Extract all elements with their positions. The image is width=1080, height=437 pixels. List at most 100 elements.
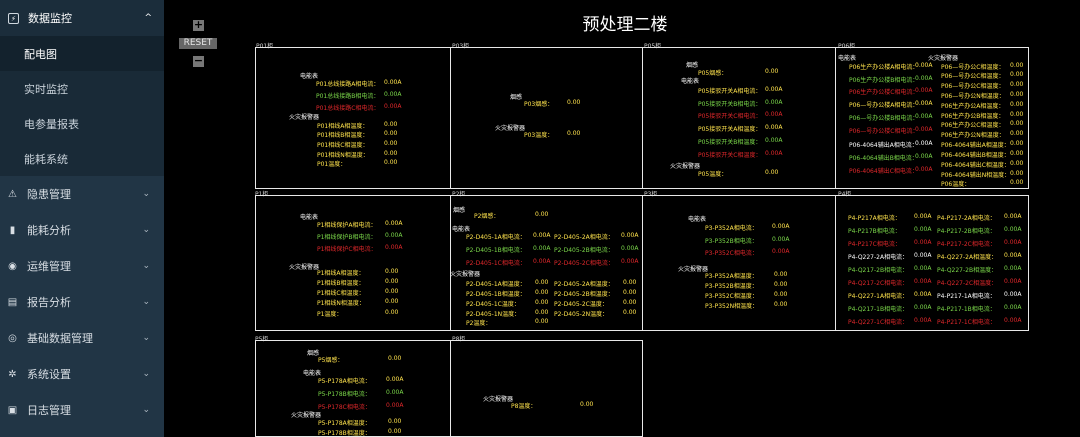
- nav-report-analysis[interactable]: ▤ 报告分析 ⌄: [0, 284, 164, 320]
- reading-value: 0.00A: [1004, 317, 1022, 324]
- reading-label: P01总线接路A相电流：: [316, 81, 380, 88]
- panel-p1: [255, 195, 451, 331]
- reading-value: 0.00: [1010, 170, 1024, 177]
- reading-label: P06-4064辅出C相温度：: [941, 162, 1010, 169]
- reading-label: P06—号办公C相温度：: [941, 64, 1005, 71]
- reading-value: 0.00: [623, 299, 637, 306]
- reading-label: P05接驳开关B相温度：: [698, 139, 762, 146]
- reading-label: P2-D405-2A相温度：: [554, 281, 614, 288]
- reading-label: P06-4064辅出B相电流：: [849, 155, 918, 162]
- reading-value: 0.00: [1010, 120, 1024, 127]
- nav-energy-analysis[interactable]: ▮ 能耗分析 ⌄: [0, 212, 164, 248]
- reading-value: 0.00A: [621, 245, 639, 252]
- reading-value: 0.00A: [765, 99, 783, 106]
- reading-value: 0.00A: [386, 376, 404, 383]
- nav-sub-energy[interactable]: 能耗系统: [0, 141, 164, 176]
- bar-chart-icon: ▮: [9, 224, 16, 236]
- reading-value: 0.00A: [1004, 252, 1022, 259]
- reading-value: 0.00A: [765, 124, 783, 131]
- reading-label: P1温度：: [317, 311, 343, 318]
- reading-label: P4-P217-1A相电流：: [937, 293, 996, 300]
- nav-data-monitor[interactable]: ⚡ 数据监控 ^: [0, 0, 164, 36]
- reading-label: P1相线保护A相电流：: [317, 222, 377, 229]
- reading-label: P5-P178B相温度：: [318, 430, 371, 437]
- reading-label: P5-P178C相电流：: [318, 404, 371, 411]
- nav-sub-report[interactable]: 电参量报表: [0, 106, 164, 141]
- nav-basic-data[interactable]: ◎ 基础数据管理 ⌄: [0, 320, 164, 356]
- reading-value: 0.00A: [386, 402, 404, 409]
- reading-value: 0.00A: [915, 113, 933, 120]
- reading-value: 0.00: [1010, 91, 1024, 98]
- smoke-heading: 烟感: [453, 207, 466, 214]
- reading-label: P4-P217-1B相电流：: [937, 306, 996, 313]
- reading-value: 0.00A: [915, 62, 933, 69]
- reading-value: 0.00: [385, 309, 399, 316]
- gear-icon: ✲: [8, 368, 17, 380]
- nav-label: 报告分析: [27, 296, 71, 309]
- reading-label: P1相线N相温度：: [317, 300, 365, 307]
- fire-alarm-heading: 火灾报警器: [291, 412, 322, 419]
- nav-logs[interactable]: ▣ 日志管理 ⌄: [0, 392, 164, 428]
- reading-value: 0.00: [388, 418, 402, 425]
- reading-label: P06温度：: [941, 181, 971, 188]
- chevron-down-icon: ⌄: [142, 225, 150, 235]
- reading-value: 0.00A: [915, 100, 933, 107]
- nav-maintenance[interactable]: ◉ 运维管理 ⌄: [0, 248, 164, 284]
- reading-label: P06生产办公C相温度：: [941, 122, 1005, 129]
- nav-hazard[interactable]: ⚠ 隐患管理 ⌄: [0, 176, 164, 212]
- reading-label: P1相线保护C相电流：: [317, 246, 377, 253]
- reading-value: 0.00A: [533, 245, 551, 252]
- reading-label: P4-Q227-2B相温度：: [937, 267, 998, 274]
- reading-label: P5-P178A相电流：: [318, 378, 371, 385]
- reading-label: P06生产办公B相温度：: [941, 113, 1005, 120]
- reading-value: 0.00A: [1004, 265, 1022, 272]
- reading-label: P2-D405-2B相电流：: [554, 247, 614, 254]
- reading-label: P4-P217B相电流：: [848, 228, 901, 235]
- reading-label: P1相线C相温度：: [317, 290, 365, 297]
- reading-value: 0.00: [385, 278, 399, 285]
- reading-label: P4-Q217-1B相电流：: [848, 306, 909, 313]
- panel-p8: [450, 340, 643, 437]
- reset-button[interactable]: RESET: [179, 38, 217, 49]
- reading-value: 0.00A: [386, 389, 404, 396]
- reading-value: 0.00A: [772, 236, 790, 243]
- reading-value: 0.00: [535, 309, 549, 316]
- reading-label: P4-Q227-2A相电流：: [848, 254, 909, 261]
- nav-sub-distribution[interactable]: 配电图: [0, 36, 164, 71]
- reading-label: P06—号办公楼A相电流：: [849, 102, 919, 109]
- reading-label: P2-D405-1B相电流：: [466, 247, 526, 254]
- reading-value: 0.00: [384, 150, 398, 157]
- reading-label: P05烟感：: [698, 70, 728, 77]
- reading-value: 0.00A: [914, 304, 932, 311]
- reading-label: P06—号办公楼C相电流：: [849, 128, 919, 135]
- reading-label: P06生产办公楼A相电流：: [849, 64, 919, 71]
- reading-label: P3-P352C相温度：: [705, 293, 758, 300]
- nav-label: 运维管理: [27, 260, 71, 273]
- reading-value: 0.00: [1010, 62, 1024, 69]
- reading-label: P4-P217-1C相电流：: [937, 319, 996, 326]
- reading-value: 0.00A: [772, 248, 790, 255]
- reading-value: 0.00: [1010, 160, 1024, 167]
- reading-value: 0.00A: [1004, 239, 1022, 246]
- reading-value: 0.00A: [914, 226, 932, 233]
- reading-label: P4-P217-2A相电流：: [937, 215, 996, 222]
- reading-value: 0.00: [1010, 130, 1024, 137]
- reading-value: 0.00A: [765, 137, 783, 144]
- reading-label: P4-P217C相电流：: [848, 241, 901, 248]
- nav-settings[interactable]: ✲ 系统设置 ⌄: [0, 356, 164, 392]
- panel-p01: [255, 47, 451, 189]
- reading-label: P4-P217-2B相电流：: [937, 228, 996, 235]
- reading-value: 0.00A: [621, 258, 639, 265]
- reading-label: P01总线接路C相电流：: [316, 105, 380, 112]
- reading-value: 0.00A: [914, 291, 932, 298]
- reading-label: P01相线C相温度：: [317, 142, 369, 149]
- reading-label: P06—号办公C相温度：: [941, 73, 1005, 80]
- nav-sub-realtime[interactable]: 实时监控: [0, 71, 164, 106]
- zoom-out-button[interactable]: −: [193, 55, 204, 67]
- reading-value: 0.00A: [621, 232, 639, 239]
- reading-label: P2-D405-1C温度：: [466, 301, 520, 308]
- chevron-down-icon: ⌄: [142, 261, 150, 271]
- zoom-in-button[interactable]: +: [193, 19, 204, 31]
- reading-label: P2-D405-2A相电流：: [554, 234, 614, 241]
- reading-value: 0.00: [535, 211, 549, 218]
